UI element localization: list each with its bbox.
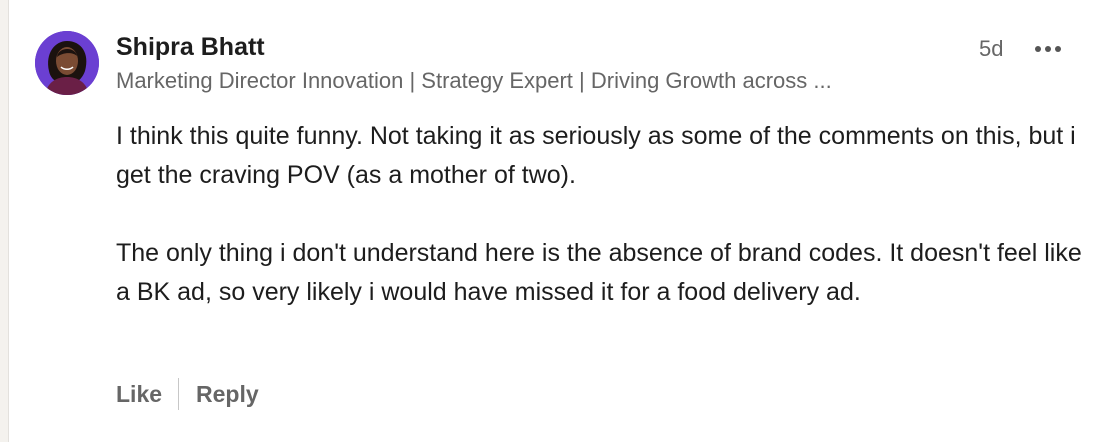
avatar[interactable]	[35, 31, 99, 95]
more-options-button[interactable]	[1030, 36, 1066, 62]
comment-card: Shipra Bhatt Marketing Director Innovati…	[0, 0, 1102, 442]
comment-body: I think this quite funny. Not taking it …	[116, 117, 1086, 351]
author-headline: Marketing Director Innovation | Strategy…	[116, 68, 832, 93]
comment-paragraph: The only thing i don't understand here i…	[116, 239, 1082, 306]
reply-button[interactable]: Reply	[196, 381, 259, 408]
more-horizontal-icon	[1035, 46, 1061, 52]
action-divider	[178, 378, 180, 410]
avatar-photo-icon	[35, 31, 99, 95]
like-button[interactable]: Like	[116, 381, 162, 408]
comment-actions: Like Reply	[116, 376, 259, 412]
comment-paragraph: I think this quite funny. Not taking it …	[116, 122, 1076, 189]
author-name[interactable]: Shipra Bhatt	[116, 33, 265, 62]
thread-line	[0, 0, 9, 442]
comment-timestamp: 5d	[979, 36, 1004, 61]
